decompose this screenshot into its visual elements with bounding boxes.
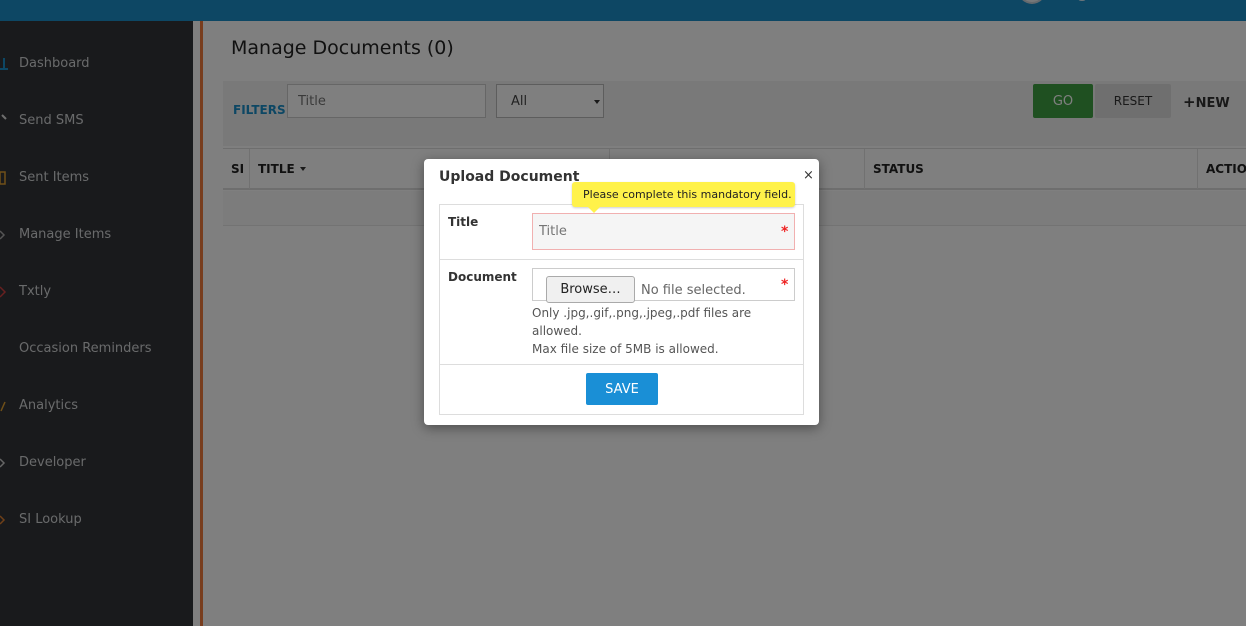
help-size: Max file size of 5MB is allowed.	[532, 342, 719, 356]
no-file-text: No file selected.	[641, 283, 746, 298]
document-row: Document Browse… No file selected. * Onl…	[440, 260, 803, 365]
required-mark: *	[781, 277, 789, 293]
modal-title: Upload Document	[439, 169, 580, 185]
tooltip-text: Please complete this mandatory field.	[583, 188, 792, 201]
close-icon[interactable]: ×	[803, 168, 814, 183]
title-row: Title *	[440, 205, 803, 260]
document-label: Document	[448, 270, 517, 284]
upload-help-text: Only .jpg,.gif,.png,.jpeg,.pdf files are…	[532, 304, 792, 358]
help-formats: Only .jpg,.gif,.png,.jpeg,.pdf files are…	[532, 306, 752, 338]
validation-tooltip: Please complete this mandatory field.	[572, 182, 795, 213]
tooltip-arrow	[588, 207, 600, 213]
document-title-input[interactable]	[532, 213, 795, 250]
required-mark: *	[781, 224, 789, 240]
upload-form: Title * Document Browse… No file selecte…	[439, 204, 804, 415]
browse-button[interactable]: Browse…	[546, 276, 635, 303]
title-label: Title	[448, 215, 479, 229]
save-button[interactable]: SAVE	[586, 373, 658, 405]
document-file-input[interactable]: Browse… No file selected.	[532, 268, 795, 303]
